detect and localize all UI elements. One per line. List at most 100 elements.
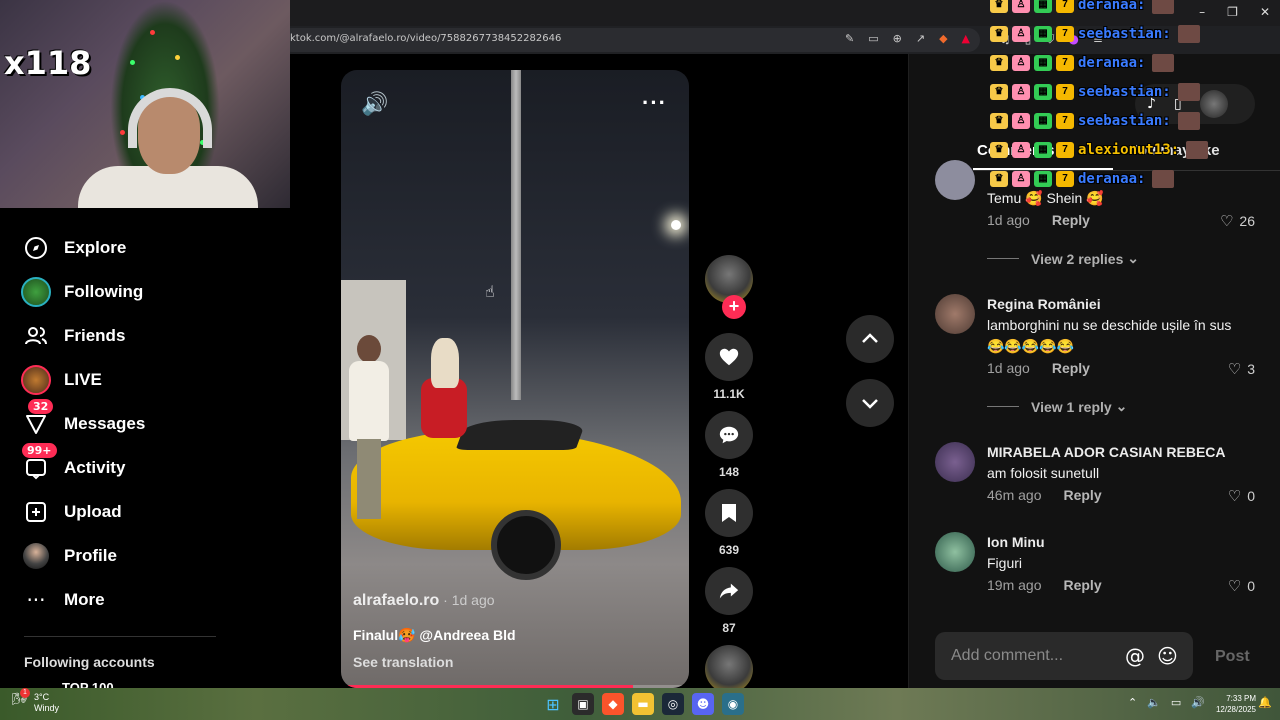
divider-dash	[987, 258, 1019, 259]
save-button[interactable]	[705, 489, 753, 537]
headphones	[128, 88, 212, 148]
reply-button[interactable]: Reply	[1052, 212, 1090, 228]
share-icon[interactable]: ↗	[916, 32, 925, 45]
view-replies-button[interactable]: View 1 reply ⌄	[987, 398, 1127, 415]
chat-badge-icon: ♛	[990, 84, 1008, 100]
comment-avatar[interactable]	[935, 442, 975, 482]
comment-like-count: 26	[1239, 213, 1255, 229]
chat-badge-icon: ♙	[1012, 26, 1030, 42]
sidebar-item-live[interactable]: LIVE	[20, 364, 102, 396]
chat-username: deranaa:	[1078, 0, 1146, 13]
task-view-icon[interactable]: ▣	[572, 693, 594, 715]
sidebar-item-more[interactable]: ··· More	[20, 584, 104, 616]
follow-plus-icon[interactable]: +	[722, 295, 746, 319]
chat-message: ♛ ♙ ▦ 7 deranaa:	[990, 0, 1175, 16]
reply-button[interactable]: Reply	[1052, 360, 1090, 376]
brave-shield-icon[interactable]: ◆	[939, 32, 947, 45]
sidebar-item-following[interactable]: Following	[20, 276, 143, 308]
comment-age: 1d ago	[987, 212, 1030, 228]
chat-message: ♛ ♙ ▦ 7 deranaa:	[990, 168, 1175, 190]
comment-text: am folosit sunetull	[987, 465, 1100, 481]
reply-button[interactable]: Reply	[1063, 487, 1101, 503]
like-button[interactable]	[705, 333, 753, 381]
mention-icon[interactable]: @	[1125, 644, 1145, 668]
next-video-button[interactable]	[846, 379, 894, 427]
comment-like-count: 0	[1247, 488, 1255, 504]
chat-badge-icon: ▦	[1034, 26, 1052, 42]
chat-badge-icon: ♙	[1012, 55, 1030, 71]
chat-message: ♛ ♙ ▦ 7 deranaa:	[990, 52, 1175, 74]
comment-like-button[interactable]: ♡ 0	[1228, 487, 1255, 505]
compass-icon	[20, 232, 52, 264]
mute-tab-icon[interactable]: ✎	[845, 32, 854, 45]
url-text[interactable]: ktok.com/@alrafaelo.ro/video/75882677384…	[290, 33, 561, 44]
clock[interactable]: 7:33 PM 12/28/2025	[1206, 693, 1256, 715]
comment-input-placeholder[interactable]: Add comment...	[951, 647, 1063, 665]
maximize-button[interactable]: ❐	[1227, 5, 1238, 19]
sidebar-item-messages[interactable]: 32 Messages	[20, 399, 145, 440]
comment-author[interactable]: Ion Minu	[987, 534, 1045, 550]
following-avatar	[20, 276, 52, 308]
sidebar-item-friends[interactable]: Friends	[20, 320, 125, 352]
creator-avatar[interactable]: +	[705, 255, 753, 319]
reply-button[interactable]: Reply	[1063, 577, 1101, 593]
comment-author[interactable]: Regina României	[987, 296, 1101, 312]
author-name[interactable]: alrafaelo.ro	[353, 592, 439, 609]
comment-like-button[interactable]: ♡ 0	[1228, 577, 1255, 595]
sound-disc-avatar[interactable]	[705, 645, 753, 693]
comment-author[interactable]: MIRABELA ADOR CASIAN REBECA	[987, 444, 1226, 460]
chat-emote-icon	[1152, 0, 1175, 14]
sidebar-item-explore[interactable]: Explore	[20, 232, 126, 264]
file-explorer-icon[interactable]: ▬	[632, 693, 654, 715]
close-button[interactable]: ✕	[1260, 5, 1270, 19]
post-button[interactable]: Post	[1215, 648, 1250, 666]
comment-item: Ion Minu Figuri 19m ago Reply ♡ 0	[935, 532, 1255, 602]
volume-icon[interactable]: 🔊	[361, 92, 388, 117]
video-author[interactable]: alrafaelo.ro · 1d ago	[353, 592, 495, 610]
windows-start-icon[interactable]: ⊞	[542, 693, 564, 715]
emoji-icon[interactable]: ☺	[1157, 644, 1178, 668]
chat-username: seebastian:	[1078, 26, 1171, 42]
share-button[interactable]	[705, 567, 753, 615]
sidebar-item-activity[interactable]: 99+ Activity	[20, 443, 125, 484]
steam-icon[interactable]: ◎	[662, 693, 684, 715]
comment-like-button[interactable]: ♡ 3	[1228, 360, 1255, 378]
plus-square-icon	[20, 496, 52, 528]
comment-avatar[interactable]	[935, 294, 975, 334]
cast-icon[interactable]: ▭	[868, 32, 878, 45]
tray-expand-icon[interactable]: ⌃	[1128, 696, 1137, 709]
chevron-down-icon: ⌄	[1115, 398, 1128, 414]
chat-badge-icon: ♛	[990, 55, 1008, 71]
discord-icon[interactable]: ☻	[692, 693, 714, 715]
volume-tray-icon[interactable]: 🔈	[1147, 696, 1161, 709]
share-arrow-icon	[719, 583, 739, 599]
previous-video-button[interactable]	[846, 315, 894, 363]
speaker-icon[interactable]: 🔊	[1191, 696, 1205, 709]
sidebar-item-profile[interactable]: Profile	[20, 540, 117, 572]
chat-badge-icon: 7	[1056, 113, 1074, 129]
app-icon[interactable]: ◉	[722, 693, 744, 715]
sidebar-item-upload[interactable]: Upload	[20, 496, 122, 528]
video-person	[349, 335, 389, 525]
comment-avatar[interactable]	[935, 532, 975, 572]
chevron-down-icon: ⌄	[1127, 250, 1139, 266]
brave-browser-icon[interactable]: ◆	[602, 693, 624, 715]
comment-avatar[interactable]	[935, 160, 975, 200]
streamer	[68, 88, 258, 208]
network-icon[interactable]: ▭	[1171, 696, 1181, 709]
comment-like-button[interactable]: ♡ 26	[1220, 212, 1255, 230]
comment-button[interactable]	[705, 411, 753, 459]
comment-input[interactable]: Add comment... @ ☺	[935, 632, 1193, 680]
video-caption: Finalul🥵 @Andreea Bld	[353, 627, 516, 643]
sidebar-divider	[24, 636, 216, 637]
address-bar[interactable]: ktok.com/@alrafaelo.ro/video/75882677384…	[280, 28, 980, 52]
view-replies-button[interactable]: View 2 replies ⌄	[987, 250, 1139, 267]
heart-icon	[719, 348, 739, 366]
see-translation-button[interactable]: See translation	[353, 654, 453, 670]
sidebar-item-label: Friends	[64, 326, 126, 345]
rewards-icon[interactable]: ▲	[962, 32, 970, 45]
more-options-icon[interactable]: ···	[642, 90, 667, 116]
notification-icon[interactable]: 🔔	[1258, 696, 1272, 709]
zoom-icon[interactable]: ⊕	[893, 32, 902, 45]
video-player[interactable]: 🔊 ··· ☝ alrafaelo.ro · 1d ago Finalul🥵 @…	[341, 70, 689, 688]
